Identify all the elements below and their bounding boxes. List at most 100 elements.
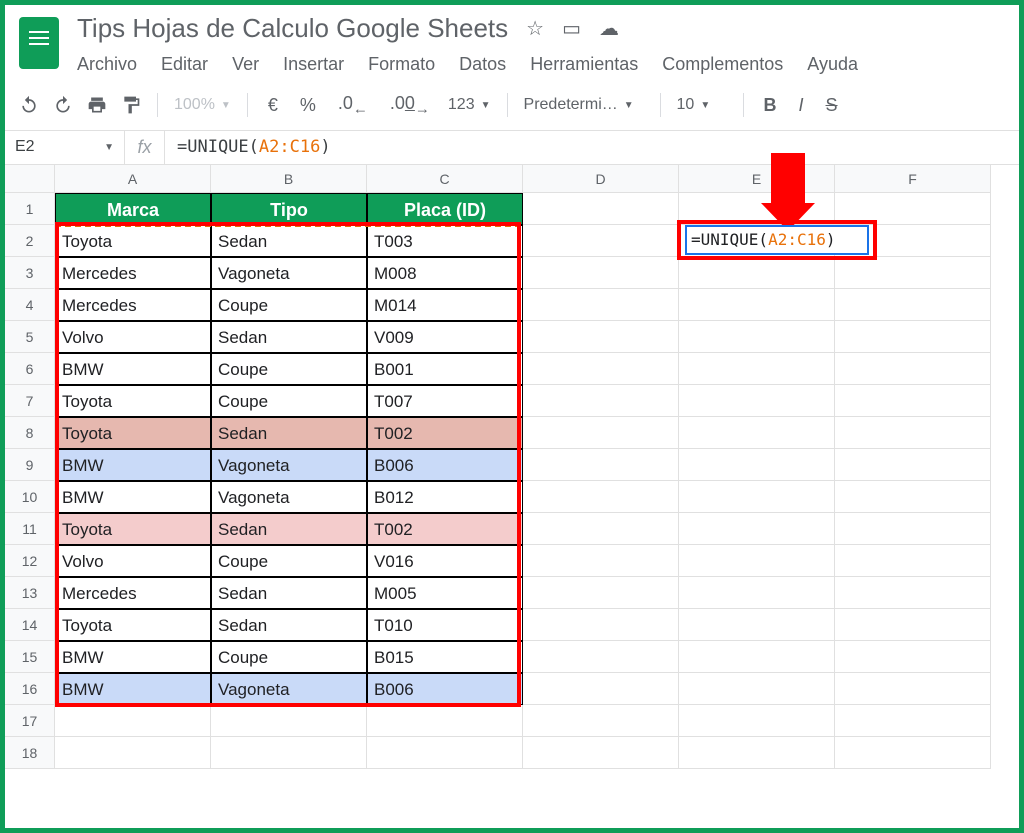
corner-cell[interactable]: [5, 165, 55, 193]
paint-format-icon[interactable]: [121, 95, 141, 115]
zoom-dropdown[interactable]: 100%▼: [174, 96, 231, 114]
cell-E6[interactable]: [679, 353, 835, 385]
cell-D7[interactable]: [523, 385, 679, 417]
cell-B14[interactable]: Sedan: [211, 609, 367, 641]
cell-C9[interactable]: B006: [367, 449, 523, 481]
cell-A2[interactable]: Toyota: [55, 225, 211, 257]
cell-F5[interactable]: [835, 321, 991, 353]
col-header-C[interactable]: C: [367, 165, 523, 193]
cell-D18[interactable]: [523, 737, 679, 769]
number-format-dropdown[interactable]: 123▼: [448, 96, 491, 114]
print-icon[interactable]: [87, 95, 107, 115]
cell-E16[interactable]: [679, 673, 835, 705]
cell-D10[interactable]: [523, 481, 679, 513]
font-dropdown[interactable]: Predetermi…▼: [524, 96, 644, 114]
menu-formato[interactable]: Formato: [368, 54, 435, 75]
cell-D6[interactable]: [523, 353, 679, 385]
cell-A6[interactable]: BMW: [55, 353, 211, 385]
cell-D1[interactable]: [523, 193, 679, 225]
formula-input[interactable]: =UNIQUE(A2:C16): [165, 131, 1019, 164]
menu-archivo[interactable]: Archivo: [77, 54, 137, 75]
cell-F14[interactable]: [835, 609, 991, 641]
cell-B5[interactable]: Sedan: [211, 321, 367, 353]
spreadsheet-grid[interactable]: ABCDEF1MarcaTipoPlaca (ID)2ToyotaSedanT0…: [5, 165, 1019, 769]
row-header-7[interactable]: 7: [5, 385, 55, 417]
cell-F1[interactable]: [835, 193, 991, 225]
cell-F18[interactable]: [835, 737, 991, 769]
cell-E3[interactable]: [679, 257, 835, 289]
cell-D4[interactable]: [523, 289, 679, 321]
cell-A3[interactable]: Mercedes: [55, 257, 211, 289]
cell-D14[interactable]: [523, 609, 679, 641]
menu-ayuda[interactable]: Ayuda: [807, 54, 858, 75]
cell-C10[interactable]: B012: [367, 481, 523, 513]
cell-C11[interactable]: T002: [367, 513, 523, 545]
cell-A11[interactable]: Toyota: [55, 513, 211, 545]
bold-button[interactable]: B: [760, 93, 781, 118]
row-header-2[interactable]: 2: [5, 225, 55, 257]
cell-D9[interactable]: [523, 449, 679, 481]
cell-B4[interactable]: Coupe: [211, 289, 367, 321]
star-icon[interactable]: ☆: [526, 16, 544, 41]
row-header-15[interactable]: 15: [5, 641, 55, 673]
row-header-5[interactable]: 5: [5, 321, 55, 353]
cell-C2[interactable]: T003: [367, 225, 523, 257]
cell-C14[interactable]: T010: [367, 609, 523, 641]
row-header-9[interactable]: 9: [5, 449, 55, 481]
cell-A13[interactable]: Mercedes: [55, 577, 211, 609]
cell-A1[interactable]: Marca: [55, 193, 211, 225]
cell-A12[interactable]: Volvo: [55, 545, 211, 577]
cell-A18[interactable]: [55, 737, 211, 769]
cell-B13[interactable]: Sedan: [211, 577, 367, 609]
row-header-4[interactable]: 4: [5, 289, 55, 321]
cell-B12[interactable]: Coupe: [211, 545, 367, 577]
document-title[interactable]: Tips Hojas de Calculo Google Sheets: [77, 13, 508, 44]
row-header-14[interactable]: 14: [5, 609, 55, 641]
col-header-D[interactable]: D: [523, 165, 679, 193]
cell-E7[interactable]: [679, 385, 835, 417]
cell-B3[interactable]: Vagoneta: [211, 257, 367, 289]
menu-herramientas[interactable]: Herramientas: [530, 54, 638, 75]
row-header-16[interactable]: 16: [5, 673, 55, 705]
cell-B1[interactable]: Tipo: [211, 193, 367, 225]
cell-D11[interactable]: [523, 513, 679, 545]
cell-E12[interactable]: [679, 545, 835, 577]
row-header-8[interactable]: 8: [5, 417, 55, 449]
row-header-13[interactable]: 13: [5, 577, 55, 609]
cell-E18[interactable]: [679, 737, 835, 769]
undo-icon[interactable]: [19, 95, 39, 115]
row-header-1[interactable]: 1: [5, 193, 55, 225]
cell-B15[interactable]: Coupe: [211, 641, 367, 673]
cell-C1[interactable]: Placa (ID): [367, 193, 523, 225]
cell-A16[interactable]: BMW: [55, 673, 211, 705]
cell-D17[interactable]: [523, 705, 679, 737]
cell-F11[interactable]: [835, 513, 991, 545]
name-box[interactable]: E2▼: [5, 131, 125, 164]
cell-B10[interactable]: Vagoneta: [211, 481, 367, 513]
cell-B18[interactable]: [211, 737, 367, 769]
redo-icon[interactable]: [53, 95, 73, 115]
cell-A8[interactable]: Toyota: [55, 417, 211, 449]
cell-C13[interactable]: M005: [367, 577, 523, 609]
cell-D5[interactable]: [523, 321, 679, 353]
cell-F12[interactable]: [835, 545, 991, 577]
cell-F6[interactable]: [835, 353, 991, 385]
cell-D8[interactable]: [523, 417, 679, 449]
row-header-6[interactable]: 6: [5, 353, 55, 385]
cell-A7[interactable]: Toyota: [55, 385, 211, 417]
row-header-17[interactable]: 17: [5, 705, 55, 737]
cell-A9[interactable]: BMW: [55, 449, 211, 481]
cell-E2-editing[interactable]: =UNIQUE(A2:C16): [685, 225, 869, 255]
cell-C18[interactable]: [367, 737, 523, 769]
cell-C7[interactable]: T007: [367, 385, 523, 417]
cell-C5[interactable]: V009: [367, 321, 523, 353]
cell-E8[interactable]: [679, 417, 835, 449]
strikethrough-button[interactable]: S: [822, 93, 842, 118]
cell-A15[interactable]: BMW: [55, 641, 211, 673]
row-header-18[interactable]: 18: [5, 737, 55, 769]
row-header-12[interactable]: 12: [5, 545, 55, 577]
cell-E17[interactable]: [679, 705, 835, 737]
cell-F15[interactable]: [835, 641, 991, 673]
cell-F7[interactable]: [835, 385, 991, 417]
decrease-decimal-button[interactable]: .0←: [334, 91, 372, 120]
